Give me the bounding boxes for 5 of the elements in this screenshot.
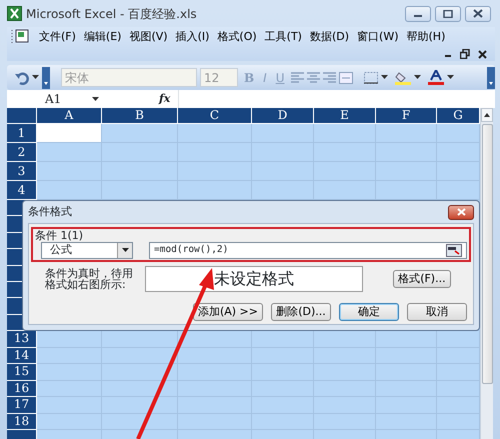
dialog-title: 条件格式 <box>28 204 72 220</box>
format-preview: 未设定格式 <box>145 266 364 292</box>
condition-label: 条件 1(1) <box>35 229 84 242</box>
preview-label: 条件为真时，待用格式如右图所示: <box>45 268 134 290</box>
window-title: Microsoft Excel - 百度经验.xls <box>26 6 197 22</box>
